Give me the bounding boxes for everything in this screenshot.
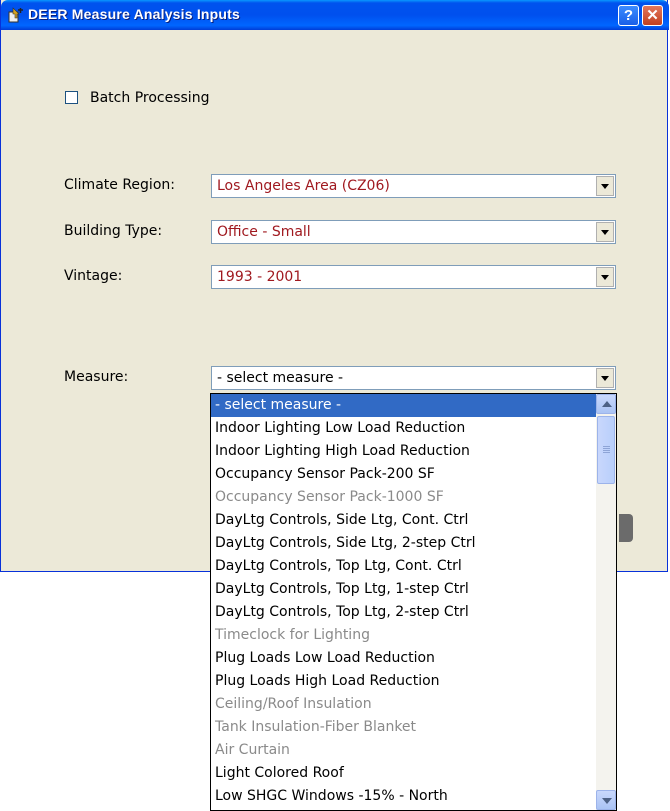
list-item[interactable]: DayLtg Controls, Top Ltg, 2-step Ctrl <box>211 601 596 624</box>
measure-select[interactable]: - select measure - <box>211 366 616 390</box>
title-bar[interactable]: DEER Measure Analysis Inputs ? ✕ <box>1 0 669 30</box>
vintage-label: Vintage: <box>64 268 123 284</box>
list-item[interactable]: Occupancy Sensor Pack-1000 SF <box>211 486 596 509</box>
list-item[interactable]: Occupancy Sensor Pack-200 SF <box>211 463 596 486</box>
help-button[interactable]: ? <box>618 5 639 26</box>
climate-region-select[interactable]: Los Angeles Area (CZ06) <box>211 174 616 198</box>
dropdown-scrollbar[interactable] <box>596 394 616 810</box>
building-type-value: Office - Small <box>217 224 311 240</box>
list-item[interactable]: Light Colored Roof <box>211 762 596 785</box>
list-item[interactable]: DayLtg Controls, Top Ltg, Cont. Ctrl <box>211 555 596 578</box>
list-item[interactable]: Indoor Lighting Low Load Reduction <box>211 417 596 440</box>
chevron-down-icon[interactable] <box>596 267 614 287</box>
list-item[interactable]: Ceiling/Roof Insulation <box>211 693 596 716</box>
list-item[interactable]: Low SHGC Windows -15% - North <box>211 785 596 808</box>
batch-processing-label[interactable]: Batch Processing <box>90 90 209 106</box>
building-type-label: Building Type: <box>64 223 163 239</box>
measure-dropdown-list[interactable]: - select measure - Indoor Lighting Low L… <box>210 393 617 811</box>
list-item[interactable]: DayLtg Controls, Top Ltg, 1-step Ctrl <box>211 578 596 601</box>
batch-processing-checkbox[interactable] <box>65 91 78 104</box>
window-title: DEER Measure Analysis Inputs <box>28 6 241 22</box>
close-button[interactable]: ✕ <box>642 5 663 26</box>
building-type-select[interactable]: Office - Small <box>211 220 616 244</box>
list-item[interactable]: - select measure - <box>211 394 596 417</box>
vintage-value: 1993 - 2001 <box>217 269 303 285</box>
climate-region-label: Climate Region: <box>64 177 175 193</box>
list-item[interactable]: Indoor Lighting High Load Reduction <box>211 440 596 463</box>
list-item[interactable]: DayLtg Controls, Side Ltg, 2-step Ctrl <box>211 532 596 555</box>
chevron-down-icon[interactable] <box>596 790 616 810</box>
chevron-down-icon[interactable] <box>596 368 614 388</box>
list-item[interactable]: Tank Insulation-Fiber Blanket <box>211 716 596 739</box>
partially-hidden-button[interactable] <box>619 514 633 542</box>
list-item[interactable]: Air Curtain <box>211 739 596 762</box>
climate-region-value: Los Angeles Area (CZ06) <box>217 178 390 194</box>
scrollbar-thumb[interactable] <box>597 416 615 484</box>
measure-value: - select measure - <box>217 370 344 386</box>
chevron-down-icon[interactable] <box>596 176 614 196</box>
app-window-icon <box>8 7 23 23</box>
measure-label: Measure: <box>64 369 129 385</box>
chevron-down-icon[interactable] <box>596 222 614 242</box>
list-item[interactable]: Timeclock for Lighting <box>211 624 596 647</box>
list-item[interactable]: Plug Loads Low Load Reduction <box>211 647 596 670</box>
list-item[interactable]: Plug Loads High Load Reduction <box>211 670 596 693</box>
chevron-up-icon[interactable] <box>596 394 616 414</box>
list-item[interactable]: DayLtg Controls, Side Ltg, Cont. Ctrl <box>211 509 596 532</box>
vintage-select[interactable]: 1993 - 2001 <box>211 265 616 289</box>
